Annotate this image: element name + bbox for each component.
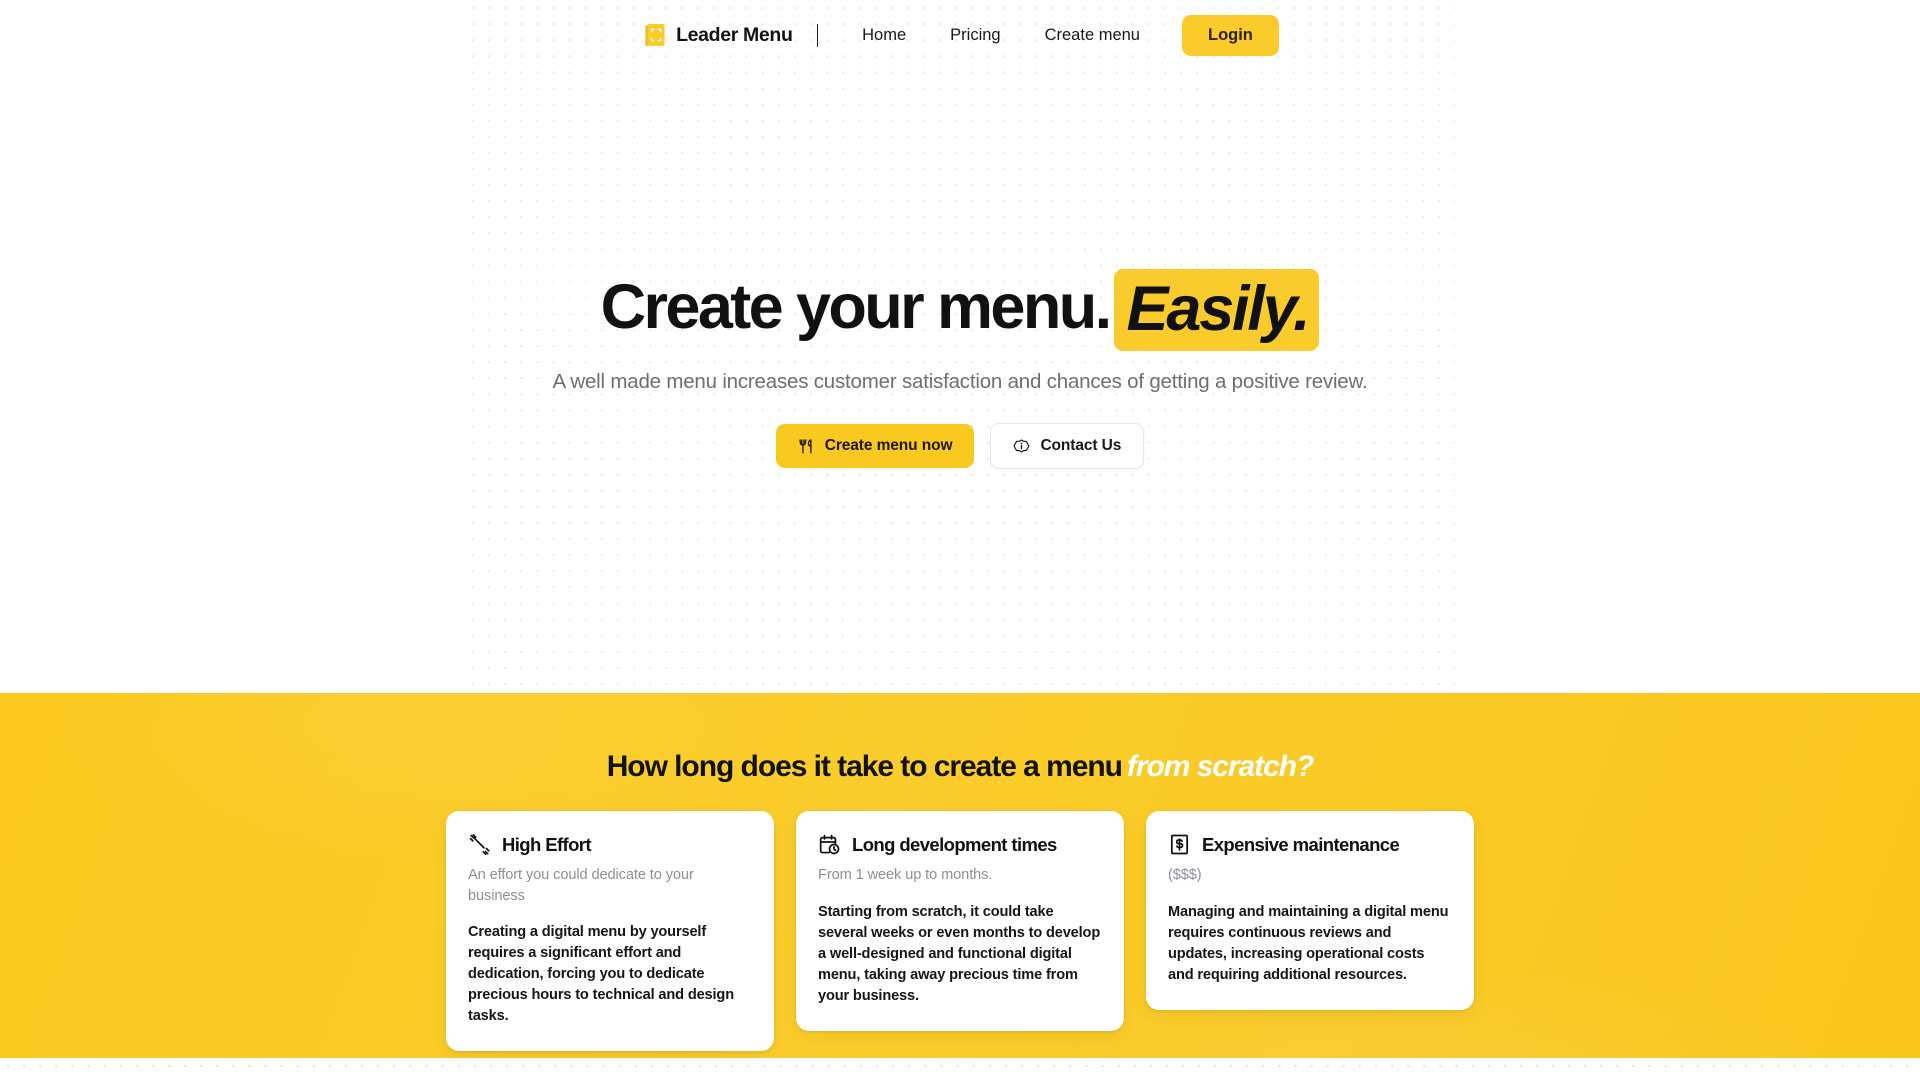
hero-title-highlight: Easily. <box>1113 269 1320 352</box>
card-header: Long development times <box>818 833 1102 856</box>
problem-card-long-development-times: Long development times From 1 week up to… <box>796 811 1124 1031</box>
top-navbar: Leader Menu Home Pricing Create menu Log… <box>0 0 1920 70</box>
footer-strip <box>0 1058 1920 1080</box>
hero-subtitle: A well made menu increases customer sati… <box>552 370 1368 394</box>
hero-title-main: Create your menu. <box>600 272 1113 342</box>
contact-us-button[interactable]: Contact Us <box>990 423 1145 470</box>
card-subtitle: ($$$) <box>1168 867 1202 883</box>
problem-card-high-effort: High Effort An effort you could dedicate… <box>446 811 774 1052</box>
banknote-dollar-icon <box>1170 834 1189 855</box>
card-title: High Effort <box>502 833 592 855</box>
card-header: High Effort <box>468 833 752 856</box>
hero-title: Create your menu. Easily. <box>600 267 1320 352</box>
info-badge-icon <box>1013 439 1030 453</box>
problem-heading-main: How long does it take to create a menu <box>606 750 1123 783</box>
fork-knife-icon <box>799 439 812 454</box>
hero-action-buttons: Create menu now Contact Us <box>775 423 1145 470</box>
create-menu-now-label: Create menu now <box>824 437 953 455</box>
card-subtitle: From 1 week up to months. <box>818 867 993 883</box>
create-menu-now-button[interactable]: Create menu now <box>775 424 975 469</box>
navbar-divider <box>816 23 819 47</box>
menu-book-scan-icon <box>645 24 665 47</box>
card-body: Managing and maintaining a digital menu … <box>1168 903 1449 983</box>
problem-section-heading: How long does it take to create a menu fr… <box>445 750 1475 784</box>
card-subtitle: An effort you could dedicate to your bus… <box>468 867 694 904</box>
card-title: Long development times <box>852 833 1057 855</box>
dumbbell-icon <box>469 834 490 855</box>
nav-link-create-menu[interactable]: Create menu <box>1023 17 1162 54</box>
calendar-clock-icon <box>819 834 840 855</box>
card-body: Starting from scratch, it could take sev… <box>818 903 1101 1004</box>
card-header: Expensive maintenance <box>1168 833 1452 856</box>
navbar-inner: Leader Menu Home Pricing Create menu Log… <box>641 12 1279 58</box>
problem-heading-emphasis: from scratch? <box>1126 750 1314 783</box>
hero-section: Create your menu. Easily. A well made men… <box>0 0 1920 693</box>
contact-us-label: Contact Us <box>1040 437 1122 455</box>
nav-login-button[interactable]: Login <box>1181 14 1279 56</box>
brand-logo[interactable]: Leader Menu <box>641 22 793 48</box>
card-title: Expensive maintenance <box>1202 833 1400 855</box>
problem-card-expensive-maintenance: Expensive maintenance ($$$) Managing and… <box>1146 811 1474 1010</box>
problem-section-inner: How long does it take to create a menu fr… <box>445 750 1475 1052</box>
problem-section: How long does it take to create a menu fr… <box>0 693 1920 1058</box>
problem-cards: High Effort An effort you could dedicate… <box>445 811 1475 1052</box>
page-root: Leader Menu Home Pricing Create menu Log… <box>0 0 1920 1080</box>
navbar-links: Home Pricing Create menu <box>840 17 1162 54</box>
brand-name: Leader Menu <box>676 23 793 46</box>
card-body: Creating a digital menu by yourself requ… <box>468 924 734 1025</box>
nav-link-pricing[interactable]: Pricing <box>928 17 1022 54</box>
nav-link-home[interactable]: Home <box>840 17 928 54</box>
